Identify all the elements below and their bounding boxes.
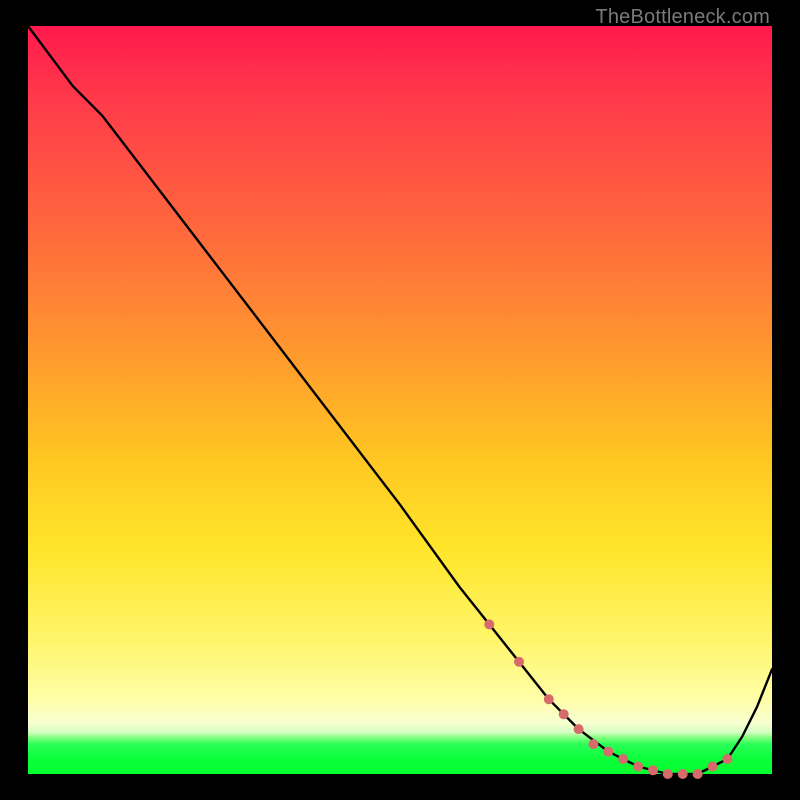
highlight-dot bbox=[708, 762, 718, 772]
chart-svg bbox=[28, 26, 772, 774]
highlight-dots bbox=[484, 619, 732, 779]
highlight-dot bbox=[648, 765, 658, 775]
highlight-dot bbox=[633, 762, 643, 772]
highlight-dot bbox=[559, 709, 569, 719]
highlight-dot bbox=[618, 754, 628, 764]
highlight-dot bbox=[484, 619, 494, 629]
watermark-text: TheBottleneck.com bbox=[595, 6, 770, 29]
highlight-dot bbox=[574, 724, 584, 734]
highlight-dot bbox=[722, 754, 732, 764]
bottleneck-curve bbox=[28, 26, 772, 774]
highlight-dot bbox=[663, 769, 673, 779]
highlight-dot bbox=[514, 657, 524, 667]
highlight-dot bbox=[678, 769, 688, 779]
highlight-dot bbox=[603, 747, 613, 757]
chart-frame: TheBottleneck.com bbox=[0, 0, 800, 800]
highlight-dot bbox=[693, 769, 703, 779]
highlight-dot bbox=[588, 739, 598, 749]
highlight-dot bbox=[544, 694, 554, 704]
